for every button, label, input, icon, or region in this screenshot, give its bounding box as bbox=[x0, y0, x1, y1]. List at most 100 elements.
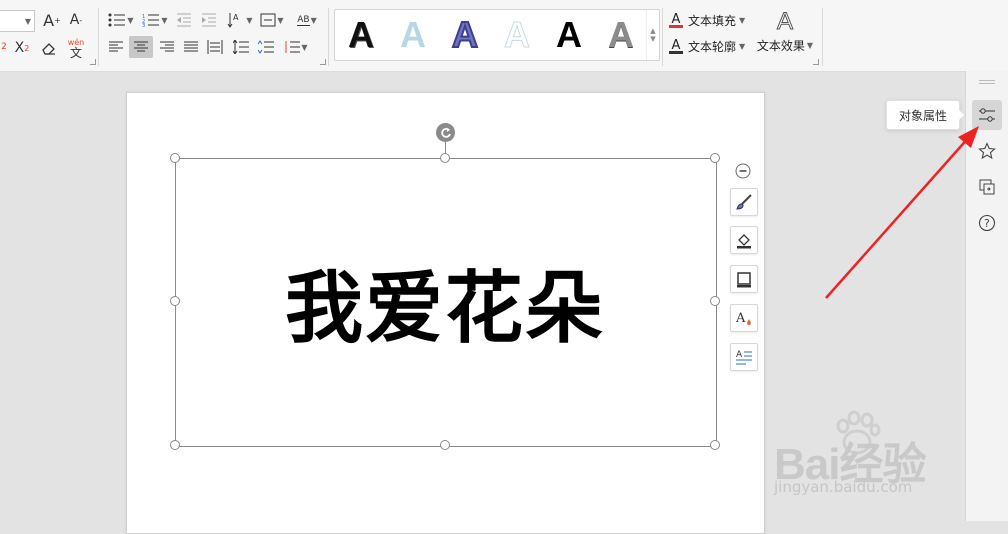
text-box-content[interactable]: 我爱花朵 bbox=[175, 158, 715, 445]
style-white-outline[interactable]: A bbox=[492, 14, 542, 56]
dialog-launcher-icon[interactable] bbox=[90, 59, 96, 65]
baidu-watermark: Bai经验 jingyan.baidu.com bbox=[770, 410, 1006, 520]
spacing-options-icon bbox=[285, 41, 301, 53]
chevron-down-icon: ▼ bbox=[24, 16, 31, 26]
style-blue-outline[interactable]: A bbox=[440, 13, 490, 56]
resize-handle-bottom-right[interactable] bbox=[710, 440, 720, 450]
chevron-down-icon: ▼ bbox=[739, 16, 746, 25]
style-letter: A bbox=[451, 13, 479, 56]
phonetic-bottom: 文 bbox=[69, 46, 82, 60]
style-letter: A bbox=[348, 14, 374, 55]
divider bbox=[98, 8, 99, 66]
text-direction-button[interactable]: A ▼ bbox=[226, 10, 254, 30]
shape-outline-button[interactable] bbox=[730, 265, 758, 293]
divider bbox=[662, 8, 663, 66]
watermark-url: jingyan.baidu.com bbox=[774, 478, 913, 496]
increase-indent-button[interactable] bbox=[199, 10, 219, 30]
phonetic-guide-button[interactable]: wén 文 bbox=[62, 36, 90, 60]
resize-handle-left[interactable] bbox=[170, 296, 180, 306]
distribute-button[interactable] bbox=[205, 37, 225, 57]
style-brush-button[interactable] bbox=[730, 188, 758, 216]
font-size-input[interactable]: ▼ bbox=[0, 10, 35, 32]
line-spacing-button[interactable] bbox=[231, 37, 251, 57]
shape-fill-button[interactable] bbox=[730, 226, 758, 254]
bullets-button[interactable]: ▼ bbox=[107, 10, 135, 30]
text-effect-button[interactable]: A 文本效果 ▼ bbox=[756, 8, 814, 54]
text-style-gallery: A A A A A A ▲ ▼ bbox=[334, 9, 660, 61]
ribbon-toolbar: ▼ A+ A- 2 X2 wén 文 ▼ 123▼ A▼ ▼ AB▼ bbox=[0, 0, 1008, 72]
chevron-down-icon: ▼ bbox=[277, 15, 284, 25]
dialog-launcher-icon[interactable] bbox=[320, 59, 326, 65]
text-effect-icon: A bbox=[776, 8, 793, 35]
svg-text:A: A bbox=[233, 13, 239, 22]
text-fill-button[interactable]: A 文本填充 ▼ bbox=[669, 12, 745, 29]
text-wrap-button[interactable]: A bbox=[730, 343, 758, 371]
justify-button[interactable] bbox=[181, 37, 201, 57]
style-light-blue-gradient[interactable]: A bbox=[388, 14, 438, 56]
align-left-icon bbox=[109, 41, 123, 52]
svg-text:A: A bbox=[736, 350, 743, 360]
style-letter: A bbox=[504, 14, 531, 56]
chevron-up-icon: ▲ bbox=[650, 27, 656, 35]
outline-icon bbox=[737, 272, 751, 288]
justify-icon bbox=[184, 41, 198, 52]
text-outline-button[interactable]: A 文本轮廓 ▼ bbox=[669, 38, 745, 55]
grow-font-button[interactable]: A + bbox=[42, 10, 62, 30]
clear-format-button[interactable] bbox=[38, 38, 58, 58]
resize-handle-top-right[interactable] bbox=[710, 153, 720, 163]
resize-handle-bottom[interactable] bbox=[440, 440, 450, 450]
decrease-indent-button[interactable] bbox=[174, 10, 194, 30]
paragraph-spacing-before-button[interactable] bbox=[256, 37, 276, 57]
dialog-launcher-icon[interactable] bbox=[813, 59, 819, 65]
svg-text:3: 3 bbox=[142, 23, 145, 27]
chevron-down-icon: ▼ bbox=[310, 15, 317, 25]
text-wrap-icon: A bbox=[736, 350, 752, 365]
shrink-font-button[interactable]: A- bbox=[66, 10, 86, 30]
brush-icon bbox=[736, 194, 752, 210]
text-outline-label: 文本轮廓 bbox=[688, 40, 737, 54]
chevron-down-icon: ▼ bbox=[301, 42, 308, 52]
align-left-button[interactable] bbox=[106, 37, 126, 57]
svg-text:A: A bbox=[735, 311, 746, 326]
numbered-list-icon: 123 bbox=[142, 14, 160, 27]
style-black-plain[interactable]: A bbox=[544, 14, 594, 56]
superscript-cut-icon[interactable]: 2 bbox=[0, 38, 8, 56]
style-gray-gradient[interactable]: A bbox=[596, 14, 646, 56]
chevron-down-icon: ▼ bbox=[161, 15, 168, 25]
character-border-button[interactable]: AB ▼ bbox=[292, 10, 322, 30]
numbering-button[interactable]: 1 2 3 ▼ bbox=[141, 10, 169, 30]
style-letter: A bbox=[556, 14, 582, 55]
subscript-button[interactable]: X2 bbox=[12, 38, 32, 58]
line-spacing-options-button[interactable]: ▼ bbox=[281, 37, 311, 57]
text-fill-label: 文本填充 bbox=[688, 14, 737, 28]
resize-handle-top-left[interactable] bbox=[170, 153, 180, 163]
line-spacing-icon bbox=[233, 40, 249, 54]
text-effect-quick-button[interactable]: A bbox=[730, 304, 758, 332]
style-letter: A bbox=[400, 14, 426, 55]
collapse-tools-button[interactable] bbox=[730, 158, 756, 184]
text-fill-icon: A bbox=[669, 13, 683, 28]
align-center-button[interactable] bbox=[129, 36, 153, 58]
align-center-icon bbox=[134, 41, 148, 52]
chevron-down-icon: ▼ bbox=[127, 15, 134, 25]
resize-handle-top[interactable] bbox=[440, 153, 450, 163]
gallery-scroll[interactable]: ▲ ▼ bbox=[646, 10, 659, 60]
divider bbox=[328, 8, 329, 66]
divider bbox=[822, 8, 823, 66]
align-right-button[interactable] bbox=[157, 37, 177, 57]
sidebar-grip[interactable] bbox=[979, 80, 995, 84]
bullet-list-icon bbox=[108, 13, 126, 27]
chevron-down-icon: ▼ bbox=[806, 41, 814, 50]
text-effect-icon: A bbox=[735, 311, 751, 326]
resize-handle-bottom-left[interactable] bbox=[170, 440, 180, 450]
bracket-icon bbox=[260, 13, 276, 27]
spacing-icon bbox=[258, 40, 274, 54]
paragraph-spacing-button[interactable]: ▼ bbox=[258, 10, 286, 30]
rotate-handle[interactable] bbox=[436, 123, 455, 142]
indent-icon bbox=[202, 13, 216, 27]
resize-handle-right[interactable] bbox=[710, 296, 720, 306]
collapse-icon bbox=[735, 163, 751, 179]
style-black-fill[interactable]: A bbox=[336, 14, 386, 56]
outdent-icon bbox=[177, 13, 191, 27]
chevron-down-icon: ▼ bbox=[739, 42, 746, 51]
